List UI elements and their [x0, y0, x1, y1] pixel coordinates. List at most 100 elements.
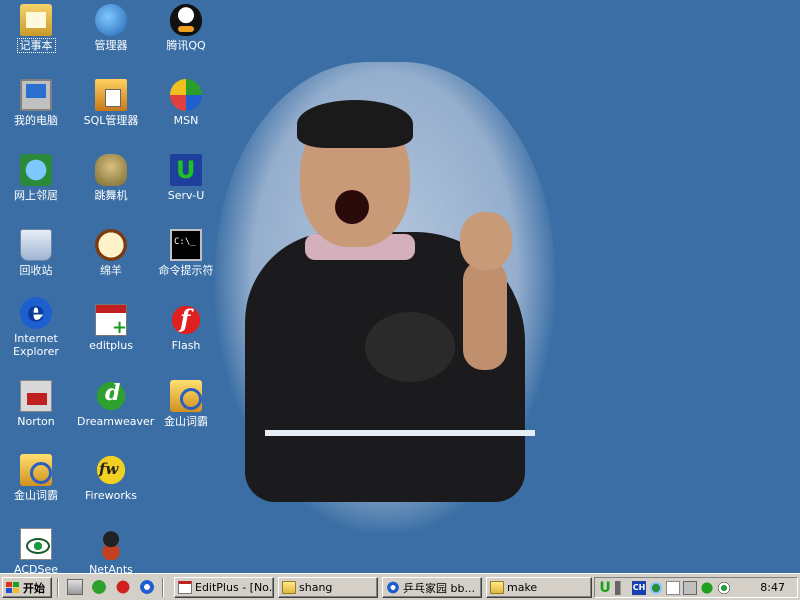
desktop-icon-label: 命令提示符 [158, 264, 214, 277]
dreamweaver-quick-launch-icon[interactable] [91, 579, 107, 595]
clock[interactable]: 8:47 [760, 581, 785, 594]
desktop-icon-msn[interactable]: MSN [150, 77, 222, 145]
wallpaper-mouth [335, 190, 369, 224]
document-icon[interactable] [666, 580, 680, 595]
desktop-icon-netants[interactable]: NetAnts [75, 526, 147, 573]
internet-explorer-quick-launch-icon[interactable] [139, 579, 155, 595]
network-places-icon [20, 154, 52, 186]
wallpaper-hair [297, 100, 413, 148]
wallpaper-fist [460, 212, 512, 270]
desktop-icon-label: Dreamweaver [77, 415, 155, 428]
wallpaper-table-tennis-player [215, 62, 555, 532]
desktop-icon-acdsee[interactable]: ACDSee [0, 526, 72, 573]
input-method-icon[interactable]: CH [632, 580, 646, 595]
desktop-icon-label: Norton [17, 415, 55, 428]
green-app-icon[interactable] [700, 580, 714, 595]
command-prompt-icon [170, 229, 202, 261]
desktop-icon-command-prompt[interactable]: 命令提示符 [150, 227, 222, 295]
red-app-quick-launch-icon[interactable] [115, 579, 131, 595]
acdsee-icon [20, 528, 52, 560]
kingsoft-dictionary-icon [20, 454, 52, 486]
fireworks-icon [95, 454, 127, 486]
desktop-icon-tencent-qq[interactable]: 腾讯QQ [150, 2, 222, 70]
task-button-make-folder[interactable]: make [486, 577, 592, 598]
netants-icon [95, 528, 127, 560]
kingsoft-dictionary-icon [170, 380, 202, 412]
taskbar-divider [162, 578, 164, 597]
desktop-icon-label: ACDSee [14, 563, 58, 573]
desktop-icon-serv-u[interactable]: Serv-U [150, 152, 222, 220]
task-label: EditPlus - [No... [195, 581, 274, 594]
dreamweaver-icon [95, 380, 127, 412]
serv-u-tray-icon[interactable]: U [598, 581, 612, 595]
desktop-icon-label: Serv-U [167, 189, 205, 202]
editplus-icon [95, 304, 127, 338]
editplus-icon [178, 581, 192, 594]
sql-manager-icon [95, 79, 127, 111]
desktop-icon-label: 记事本 [16, 38, 56, 53]
folder-icon [490, 581, 504, 594]
desktop-icon-fireworks[interactable]: Fireworks [75, 452, 147, 520]
task-label: shang [299, 581, 333, 594]
desktop-icon-flash[interactable]: Flash [150, 302, 222, 370]
desktop-icon-label: 管理器 [94, 39, 128, 52]
show-desktop-icon[interactable] [67, 579, 83, 595]
recycle-bin-icon [20, 229, 52, 261]
windows-logo-icon [6, 581, 20, 594]
desktop-icon-label: NetAnts [89, 563, 133, 573]
desktop-icon-sql-manager[interactable]: SQL管理器 [75, 77, 147, 145]
desktop-icon-label: Flash [171, 339, 201, 352]
task-button-pingpong-home[interactable]: 乒乓家园 bb... [382, 577, 482, 598]
task-button-shang-folder[interactable]: shang [278, 577, 378, 598]
desktop-icon-kingsoft-dictionary-2[interactable]: 金山词霸 [150, 378, 222, 446]
desktop-icon-label: SQL管理器 [83, 114, 139, 127]
desktop-icon-manager[interactable]: 管理器 [75, 2, 147, 70]
serv-u-icon [170, 154, 202, 186]
desktop-icon-label: 绵羊 [100, 264, 122, 277]
internet-explorer-icon [386, 581, 400, 594]
task-label: 乒乓家园 bb... [403, 581, 475, 595]
desktop-icon-label: Fireworks [85, 489, 137, 502]
msn-butterfly-icon [170, 79, 202, 111]
computer-icon[interactable] [683, 580, 697, 595]
start-label: 开始 [23, 581, 45, 595]
network-icon[interactable] [649, 580, 663, 595]
manager-icon [95, 4, 127, 36]
taskbar-divider [57, 578, 59, 597]
wallpaper-table-edge [265, 430, 535, 436]
wallpaper-arm [463, 260, 507, 370]
desktop-icon-recycle-bin[interactable]: 回收站 [0, 227, 72, 295]
folder-icon [282, 581, 296, 594]
desktop-icon-label: editplus [89, 339, 133, 352]
desktop-icon-norton[interactable]: Norton [0, 378, 72, 446]
desktop-icon-label: 腾讯QQ [166, 39, 206, 52]
desktop-icon-dance-machine[interactable]: 跳舞机 [75, 152, 147, 220]
start-button[interactable]: 开始 [2, 577, 52, 598]
desktop-icon-label: MSN [173, 114, 199, 127]
desktop-icon-internet-explorer[interactable]: Internet Explorer [0, 295, 72, 363]
desktop-icon-network-places[interactable]: 网上邻居 [0, 152, 72, 220]
speaker-icon[interactable] [615, 580, 629, 595]
dance-machine-icon [95, 154, 127, 186]
sheep-icon [95, 229, 127, 261]
desktop-icon-notepad[interactable]: 记事本 [0, 2, 72, 70]
system-tray: U CH 8:47 [594, 577, 798, 598]
desktop-icon-my-computer[interactable]: 我的电脑 [0, 77, 72, 145]
my-computer-icon [20, 79, 52, 111]
desktop-icon-label: 网上邻居 [14, 189, 58, 202]
desktop-icon-label: 金山词霸 [164, 415, 208, 428]
internet-explorer-icon [20, 295, 52, 329]
desktop-icon-dreamweaver[interactable]: Dreamweaver [75, 378, 155, 446]
eye-icon[interactable] [717, 580, 731, 595]
desktop-icon-sheep[interactable]: 绵羊 [75, 227, 147, 295]
taskbar: 开始 EditPlus - [No... shang 乒乓家园 bb... ma… [0, 573, 800, 600]
desktop-icon-label: 回收站 [19, 264, 53, 277]
qq-penguin-icon [170, 4, 202, 36]
desktop-icon-label: 跳舞机 [94, 189, 128, 202]
desktop-icon-kingsoft-dictionary[interactable]: 金山词霸 [0, 452, 72, 520]
desktop-icon-editplus[interactable]: editplus [75, 302, 147, 370]
task-label: make [507, 581, 538, 594]
desktop-icon-label: Internet Explorer [13, 332, 59, 358]
task-button-editplus[interactable]: EditPlus - [No... [174, 577, 274, 598]
desktop[interactable]: 记事本 我的电脑 网上邻居 回收站 Internet Explorer Nort… [0, 0, 800, 573]
